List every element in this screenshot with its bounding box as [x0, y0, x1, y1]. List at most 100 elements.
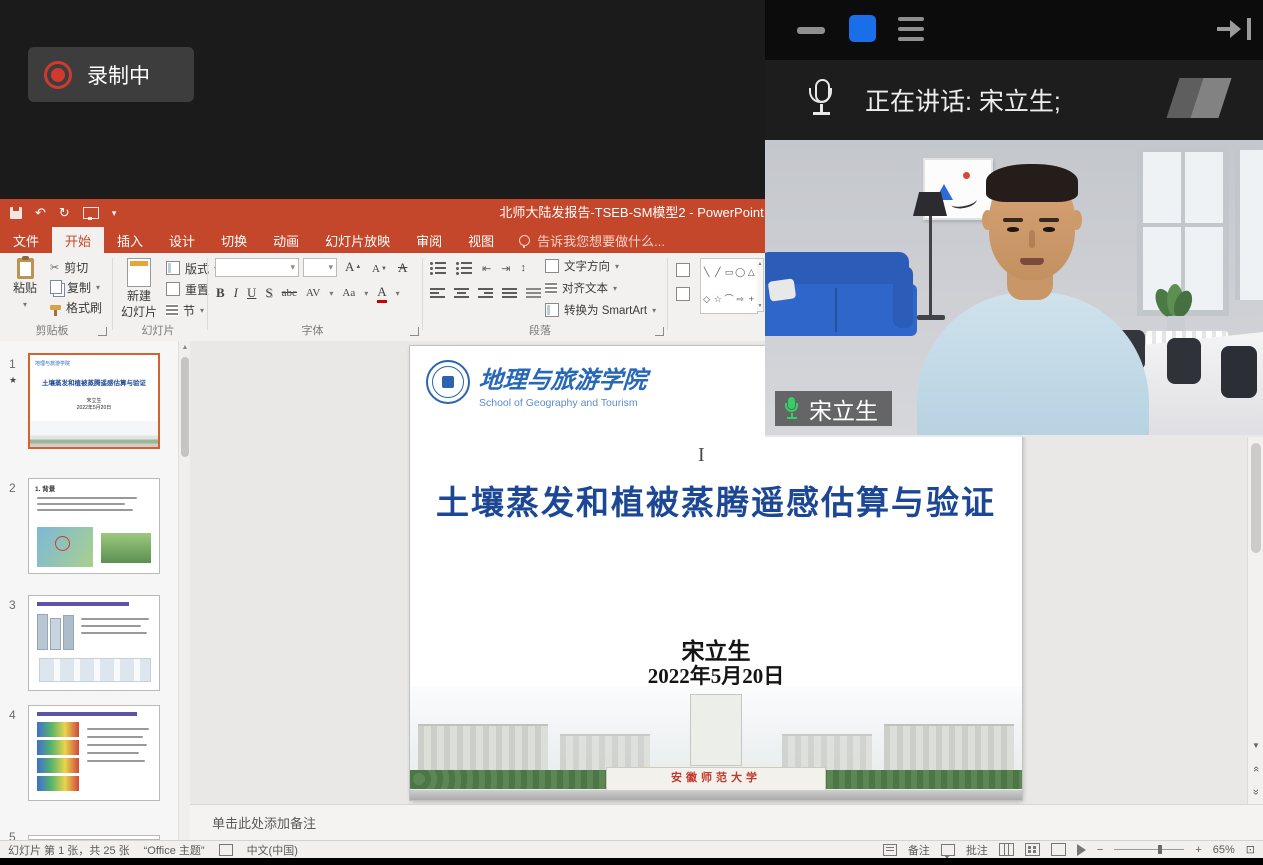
paragraph-dialog-launcher[interactable]	[655, 327, 664, 336]
decrease-indent-icon[interactable]: ⇤	[482, 262, 491, 275]
layout-button[interactable]: 版式 ▾	[166, 259, 218, 277]
slide-thumbnail-3[interactable]	[28, 595, 160, 691]
tab-home[interactable]: 开始	[52, 227, 104, 253]
copy-button[interactable]: 复制 ▾	[50, 278, 100, 296]
shape-plus-icon[interactable]: +	[749, 295, 754, 304]
notes-pane[interactable]: 单击此处添加备注	[190, 804, 1263, 840]
text-shadow-button[interactable]: S	[265, 285, 272, 301]
line-spacing-icon[interactable]: ↕	[520, 262, 526, 274]
slideshow-view-icon[interactable]	[1077, 844, 1086, 856]
slide-thumbnail-4[interactable]	[28, 705, 160, 801]
format-painter-button[interactable]: 格式刷	[50, 298, 102, 316]
tab-transitions[interactable]: 切换	[208, 227, 260, 253]
fit-to-window-icon[interactable]: ⊡	[1246, 843, 1255, 856]
shape-diamond-icon[interactable]: ◇	[703, 295, 710, 304]
next-slide-button[interactable]: «	[1248, 783, 1263, 801]
tell-me-box[interactable]: 告诉我您想要做什么...	[507, 227, 677, 253]
reset-button[interactable]: 重置	[166, 280, 209, 298]
shape-star-icon[interactable]: ☆	[714, 295, 722, 304]
textbox-tool[interactable]	[676, 261, 690, 279]
slide-number-indicator[interactable]: 幻灯片 第 1 张，共 25 张	[8, 842, 130, 858]
thumbnail-scrollbar-thumb[interactable]	[181, 357, 189, 457]
wordart-tool[interactable]	[676, 285, 690, 303]
clear-formatting-button[interactable]: A	[398, 259, 407, 277]
notes-toggle-label[interactable]: 备注	[908, 842, 930, 858]
justify-icon[interactable]	[502, 288, 517, 298]
zoom-slider-knob[interactable]	[1158, 845, 1162, 854]
slide-thumbnail-2[interactable]: 1. 背景	[28, 478, 160, 574]
smartart-button[interactable]: 转换为 SmartArt ▾	[545, 301, 656, 319]
shape-rectangle-icon[interactable]: ▭	[725, 268, 734, 277]
participant-video[interactable]: 宋立生	[765, 140, 1263, 437]
bold-button[interactable]: B	[216, 285, 225, 301]
proofing-icon[interactable]	[219, 844, 233, 856]
shape-arrow-icon[interactable]: ⇨	[736, 295, 744, 304]
shapes-gallery-scroll[interactable]: ▲ ▼	[757, 258, 764, 312]
align-left-icon[interactable]	[430, 288, 445, 298]
italic-button[interactable]: I	[234, 285, 238, 301]
tab-design[interactable]: 设计	[156, 227, 208, 253]
tab-slideshow[interactable]: 幻灯片放映	[312, 227, 403, 253]
recording-indicator[interactable]: 录制中	[28, 47, 194, 102]
section-button[interactable]: 节 ▾	[166, 301, 204, 319]
paste-button[interactable]: 粘贴 ▾	[4, 255, 46, 311]
zoom-in-button[interactable]: +	[1195, 844, 1201, 856]
align-right-icon[interactable]	[478, 288, 493, 298]
menu-icon[interactable]	[898, 17, 924, 41]
slide-title[interactable]: 土壤蒸发和植被蒸腾遥感估算与验证	[410, 476, 1022, 524]
tab-insert[interactable]: 插入	[104, 227, 156, 253]
tab-review[interactable]: 审阅	[403, 227, 455, 253]
minimize-icon[interactable]	[797, 27, 825, 34]
tab-file[interactable]: 文件	[0, 227, 52, 253]
comments-toggle-icon[interactable]	[941, 844, 955, 856]
strikethrough-button[interactable]: abc	[282, 287, 297, 299]
school-logo[interactable]: 地理与旅游学院 School of Geography and Tourism	[426, 360, 647, 409]
columns-icon[interactable]	[526, 288, 541, 298]
slide-sorter-view-icon[interactable]	[1025, 843, 1040, 856]
campus-photo[interactable]: 安徽师范大学	[410, 686, 1022, 800]
font-size-combobox[interactable]: ▾	[303, 258, 337, 277]
bullets-icon[interactable]	[430, 262, 446, 274]
grow-font-button[interactable]: A ▲	[345, 258, 361, 276]
align-center-icon[interactable]	[454, 288, 469, 298]
underline-button[interactable]: U	[247, 285, 256, 301]
scroll-down-button[interactable]: ▼	[1248, 736, 1263, 754]
cut-button[interactable]: ✂ 剪切	[50, 258, 88, 276]
collapse-panel-icon[interactable]	[1217, 16, 1251, 42]
shape-arc-icon[interactable]: ⌒	[724, 295, 733, 304]
slide-thumbnail-1[interactable]: 地理与旅游学院 土壤蒸发和植被蒸腾遥感估算与验证 宋立生 2022年5月20日	[28, 353, 160, 449]
character-spacing-button[interactable]: AV	[306, 287, 320, 299]
person-hair	[986, 164, 1078, 202]
text-direction-button[interactable]: 文字方向 ▾	[545, 257, 619, 275]
numbering-icon[interactable]	[456, 262, 472, 274]
align-text-button[interactable]: 对齐文本 ▾	[545, 279, 617, 297]
clipboard-dialog-launcher[interactable]	[98, 327, 107, 336]
comments-toggle-label[interactable]: 批注	[966, 842, 988, 858]
shape-line-icon[interactable]: ╲	[704, 268, 709, 277]
shapes-gallery[interactable]: ╲ ╱ ▭ ◯ △ ◇ ☆ ⌒ ⇨ +	[700, 258, 758, 314]
previous-slide-button[interactable]: «	[1248, 760, 1263, 778]
notes-toggle-icon[interactable]	[883, 844, 897, 856]
editor-scrollbar-thumb[interactable]	[1251, 443, 1261, 553]
editor-scrollbar[interactable]: ▼ « «	[1247, 437, 1263, 804]
zoom-out-button[interactable]: −	[1097, 844, 1103, 856]
shrink-font-button[interactable]: A ▼	[372, 260, 387, 278]
font-color-button[interactable]: A	[377, 284, 386, 303]
zoom-level[interactable]: 65%	[1213, 844, 1235, 856]
normal-view-icon[interactable]	[999, 843, 1014, 856]
tab-view[interactable]: 视图	[455, 227, 507, 253]
shape-triangle-icon[interactable]: △	[748, 268, 755, 277]
reading-view-icon[interactable]	[1051, 843, 1066, 856]
zoom-slider[interactable]	[1114, 849, 1184, 850]
layout-mode-icon[interactable]	[849, 15, 876, 42]
shape-line2-icon[interactable]: ╱	[715, 268, 720, 277]
font-dialog-launcher[interactable]	[410, 327, 419, 336]
language-indicator[interactable]: 中文(中国)	[247, 842, 298, 858]
new-slide-button[interactable]: 新建 幻灯片	[116, 255, 162, 319]
increase-indent-icon[interactable]: ⇥	[501, 262, 510, 275]
font-name-combobox[interactable]: ▾	[215, 258, 299, 277]
tab-animations[interactable]: 动画	[260, 227, 312, 253]
shape-ellipse-icon[interactable]: ◯	[735, 268, 745, 277]
thumb1-title: 土壤蒸发和植被蒸腾遥感估算与验证	[34, 377, 154, 387]
change-case-button[interactable]: Aa	[342, 287, 355, 299]
